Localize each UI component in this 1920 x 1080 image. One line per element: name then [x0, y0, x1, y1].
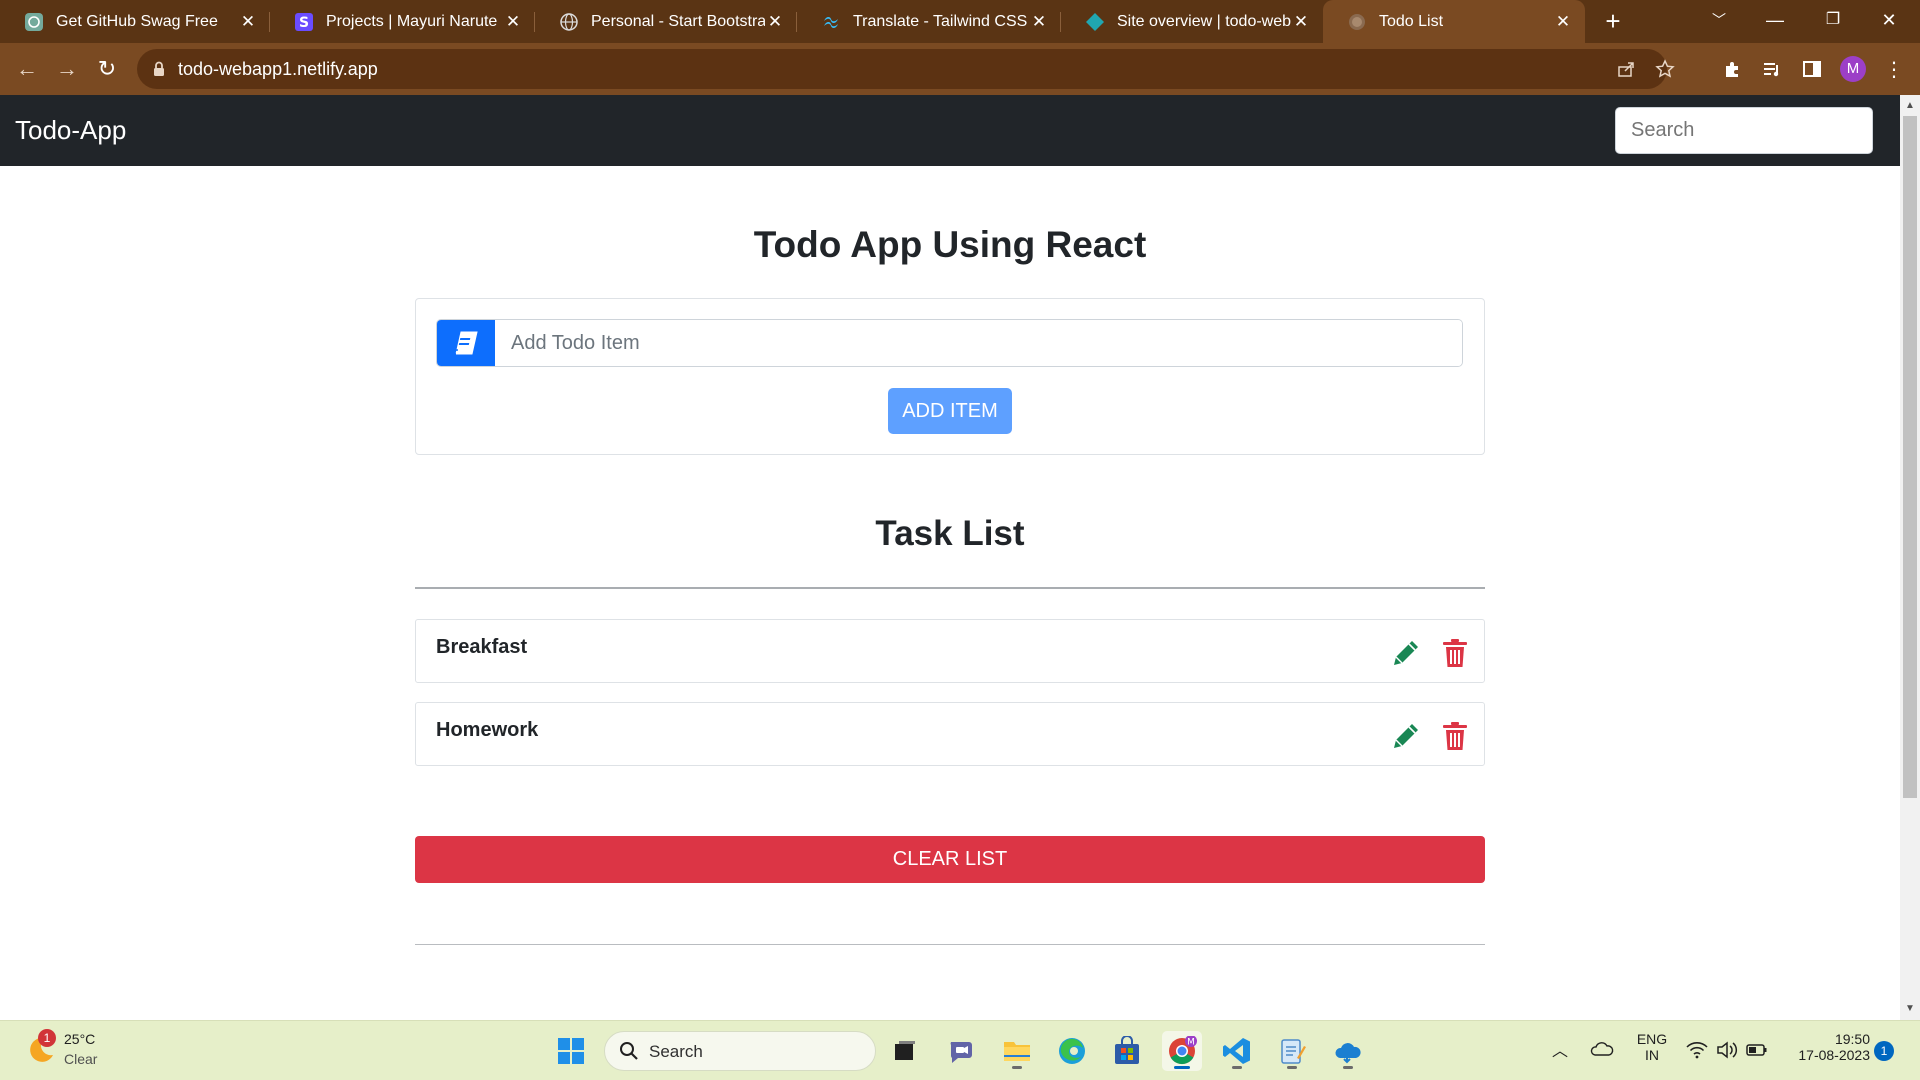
forward-icon[interactable]: → [50, 52, 84, 86]
tab-get-github-swag[interactable]: Get GitHub Swag Free ✕ [0, 0, 270, 43]
divider [415, 587, 1485, 589]
todo-input-group [436, 319, 1463, 367]
bookmark-star-icon[interactable] [1651, 55, 1679, 83]
media-playlist-icon[interactable] [1758, 55, 1786, 83]
tab-title: Translate - Tailwind CSS [853, 12, 1028, 30]
divider [415, 944, 1485, 945]
region-code: IN [1645, 1047, 1659, 1063]
cloud-app-icon[interactable] [1328, 1031, 1368, 1071]
close-tab-icon[interactable]: ✕ [503, 12, 523, 32]
tab-title: Site overview | todo-webap [1117, 12, 1291, 30]
lock-icon [153, 61, 165, 82]
extensions-puzzle-icon[interactable] [1718, 55, 1746, 83]
weather-alert-badge: 1 [38, 1029, 56, 1047]
close-window-icon[interactable]: ✕ [1866, 0, 1912, 43]
scroll-down-arrow-icon[interactable]: ▼ [1900, 1000, 1920, 1018]
edit-pencil-icon[interactable] [1389, 636, 1423, 670]
app-navbar: Todo-App [0, 95, 1900, 166]
page-title: Todo App Using React [753, 224, 1147, 265]
delete-trash-icon[interactable] [1438, 719, 1472, 753]
globe-icon [1347, 12, 1367, 32]
openai-icon [24, 12, 44, 32]
close-tab-icon[interactable]: ✕ [238, 12, 258, 32]
edit-pencil-icon[interactable] [1389, 719, 1423, 753]
tailwind-icon [821, 12, 841, 32]
notepad-icon[interactable] [1272, 1031, 1312, 1071]
task-item-homework: Homework [415, 702, 1485, 766]
clock[interactable]: 19:50 17-08-2023 [1782, 1031, 1870, 1063]
chrome-browser-icon[interactable]: M [1162, 1031, 1202, 1071]
reload-icon[interactable]: ↻ [90, 52, 124, 86]
scroll-up-arrow-icon[interactable]: ▲ [1900, 97, 1920, 115]
close-tab-icon[interactable]: ✕ [1553, 12, 1573, 32]
teams-chat-icon[interactable] [941, 1031, 981, 1071]
scrollbar-thumb[interactable] [1903, 116, 1917, 798]
svg-text:M: M [1187, 1038, 1195, 1048]
file-explorer-icon[interactable] [997, 1031, 1037, 1071]
task-list-title: Task List [875, 514, 1025, 553]
close-tab-icon[interactable]: ✕ [765, 12, 785, 32]
tab-search-chevron-icon[interactable]: ﹀ [1696, 0, 1742, 43]
volume-icon[interactable] [1716, 1041, 1738, 1064]
close-tab-icon[interactable]: ✕ [1291, 12, 1311, 32]
clock-date: 17-08-2023 [1798, 1047, 1870, 1063]
vscode-icon[interactable] [1217, 1031, 1257, 1071]
clock-time: 19:50 [1834, 1031, 1870, 1047]
windows-start-icon[interactable] [551, 1031, 591, 1071]
share-icon[interactable] [1612, 55, 1640, 83]
tab-title: Todo List [1379, 12, 1444, 30]
task-text: Breakfast [436, 636, 528, 658]
svg-text:S: S [299, 15, 309, 31]
taskbar-search[interactable]: Search [604, 1031, 876, 1071]
globe-icon [559, 12, 579, 32]
browser-tab-strip: Get GitHub Swag Free ✕ S Projects | Mayu… [0, 0, 1920, 43]
netlify-icon [1085, 12, 1105, 32]
minimize-icon[interactable]: — [1752, 0, 1798, 43]
search-icon [619, 1041, 639, 1066]
tab-site-overview[interactable]: Site overview | todo-webap ✕ [1061, 0, 1323, 43]
task-item-breakfast: Breakfast [415, 619, 1485, 683]
task-view-icon[interactable] [885, 1031, 925, 1071]
add-todo-card: ADD ITEM [415, 298, 1485, 455]
add-item-button[interactable]: ADD ITEM [888, 388, 1012, 434]
delete-trash-icon[interactable] [1438, 636, 1472, 670]
battery-icon[interactable] [1746, 1043, 1768, 1062]
language-code: ENG [1636, 1031, 1668, 1047]
tab-translate-tailwind[interactable]: Translate - Tailwind CSS ✕ [797, 0, 1061, 43]
url-text: todo-webapp1.netlify.app [178, 59, 378, 79]
address-bar[interactable]: todo-webapp1.netlify.app [137, 49, 1675, 89]
back-icon[interactable]: ← [10, 52, 44, 86]
clear-list-button[interactable]: CLEAR LIST [415, 836, 1485, 883]
side-panel-icon[interactable] [1798, 55, 1826, 83]
tab-projects-mayuri[interactable]: S Projects | Mayuri Narute ✕ [270, 0, 535, 43]
tab-todo-list[interactable]: Todo List ✕ [1323, 0, 1585, 43]
tab-title: Projects | Mayuri Narute [326, 12, 498, 30]
onedrive-icon[interactable] [1590, 1041, 1614, 1062]
show-hidden-icons-chevron-icon[interactable]: ︿ [1552, 1037, 1568, 1061]
edge-browser-icon[interactable] [1052, 1031, 1092, 1071]
app-brand[interactable]: Todo-App [15, 115, 126, 146]
book-icon [437, 320, 495, 366]
s-logo-icon: S [294, 12, 314, 32]
tab-title: Personal - Start Bootstrap T [591, 12, 765, 30]
weather-temperature[interactable]: 25°C [64, 1031, 95, 1047]
add-todo-input[interactable] [495, 320, 1462, 366]
restore-icon[interactable]: ❐ [1810, 0, 1856, 43]
microsoft-store-icon[interactable] [1107, 1031, 1147, 1071]
taskbar-search-label: Search [649, 1042, 703, 1061]
browser-toolbar: ← → ↻ todo-webapp1.netlify.app M ⋮ [0, 43, 1920, 95]
weather-condition[interactable]: Clear [64, 1051, 97, 1067]
notification-badge[interactable]: 1 [1874, 1041, 1894, 1061]
wifi-icon[interactable] [1686, 1041, 1708, 1064]
tab-title: Get GitHub Swag Free [56, 12, 218, 30]
navbar-search-input[interactable] [1615, 107, 1873, 154]
tab-personal-bootstrap[interactable]: Personal - Start Bootstrap T ✕ [535, 0, 797, 43]
close-tab-icon[interactable]: ✕ [1029, 12, 1049, 32]
profile-avatar[interactable]: M [1840, 56, 1866, 82]
browser-menu-icon[interactable]: ⋮ [1880, 55, 1908, 83]
task-text: Homework [436, 719, 539, 741]
new-tab-button[interactable]: + [1596, 4, 1630, 38]
windows-taskbar: 1 25°C Clear Search M ︿ ENG IN 19:50 17-… [0, 1020, 1920, 1080]
language-indicator[interactable]: ENG IN [1632, 1031, 1672, 1063]
